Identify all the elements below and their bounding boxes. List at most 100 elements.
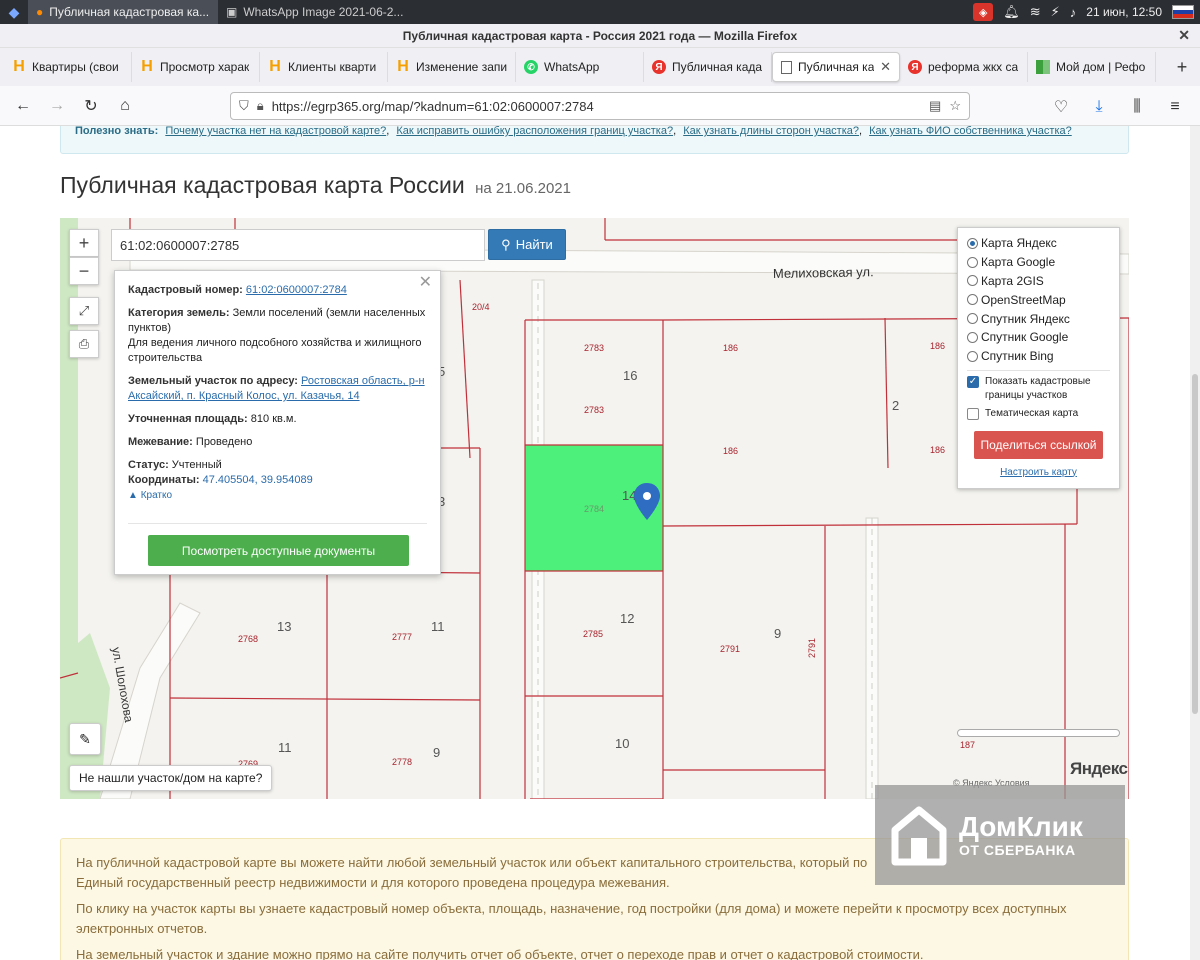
tab-label: Клиенты кварти bbox=[288, 60, 377, 74]
tab-close-icon[interactable]: ✕ bbox=[880, 59, 891, 75]
tab-edit-record[interactable]: H Изменение запи bbox=[388, 52, 516, 82]
parcel-number-label: 2791 bbox=[720, 644, 740, 654]
fullscreen-icon[interactable]: ⤢ bbox=[69, 297, 99, 325]
share-link-button[interactable]: Поделиться ссылкой bbox=[974, 430, 1103, 459]
power-icon[interactable]: ⚡︎ bbox=[1051, 4, 1060, 20]
radio[interactable] bbox=[967, 313, 978, 325]
page-icon bbox=[781, 60, 792, 74]
info-link-why-missing[interactable]: Почему участка нет на кадастровой карте? bbox=[165, 126, 386, 137]
library-icon[interactable]: ⫼ bbox=[1120, 90, 1154, 124]
parcel-number-label: 186 bbox=[723, 343, 738, 353]
url-text[interactable]: https://egrp365.org/map/?kadnum=61:02:06… bbox=[272, 99, 921, 114]
language-flag-icon[interactable] bbox=[1172, 5, 1194, 19]
home-icon[interactable]: ⌂ bbox=[108, 89, 142, 123]
about-text: На земельный участок и здание можно прям… bbox=[76, 947, 924, 960]
survey-label: Межевание: bbox=[128, 436, 193, 448]
layer-yandex-satellite[interactable]: Спутник Яндекс bbox=[967, 309, 1110, 328]
radio[interactable] bbox=[967, 256, 978, 268]
wifi-icon[interactable]: ≋ bbox=[1030, 4, 1041, 20]
ruler-icon[interactable]: ✎ bbox=[69, 723, 101, 755]
pocket-icon[interactable]: ♡ bbox=[1044, 90, 1078, 124]
scrollbar-thumb[interactable] bbox=[1192, 374, 1198, 714]
radio[interactable] bbox=[967, 331, 978, 343]
tab-my-home[interactable]: Мой дом | Рефо bbox=[1028, 52, 1156, 82]
house-number-label: 13 bbox=[277, 619, 291, 634]
house-number-label: 11 bbox=[431, 619, 445, 634]
reload-icon[interactable]: ↻ bbox=[74, 89, 108, 123]
thematic-map-checkbox[interactable]: Тематическая карта bbox=[967, 407, 1110, 421]
not-found-button[interactable]: Не нашли участок/дом на карте? bbox=[69, 765, 273, 791]
caret-up-icon: ▲ bbox=[128, 490, 138, 501]
checkmark-icon[interactable]: ✓ bbox=[967, 375, 979, 388]
app-menu-icon[interactable]: ◆ bbox=[0, 0, 28, 24]
tab-label: Просмотр харак bbox=[160, 60, 250, 74]
hamburger-menu-icon[interactable]: ≡ bbox=[1158, 90, 1192, 124]
checkbox[interactable] bbox=[967, 407, 979, 420]
show-borders-checkbox[interactable]: ✓ Показать кадастровые границы участков bbox=[967, 375, 1110, 403]
tab-label: Изменение запи bbox=[416, 60, 507, 74]
window-title-text: Публичная кадастровая карта - Россия 202… bbox=[402, 28, 798, 43]
info-link-side-lengths[interactable]: Как узнать длины сторон участка? bbox=[683, 126, 859, 137]
radio[interactable] bbox=[967, 350, 978, 362]
area-label: Уточненная площадь: bbox=[128, 413, 248, 425]
download-icon[interactable]: ⤓ bbox=[1082, 90, 1116, 124]
layer-google-map[interactable]: Карта Google bbox=[967, 253, 1110, 272]
page-title-text: Публичная кадастровая карта России bbox=[60, 172, 465, 198]
info-link-fix-borders[interactable]: Как исправить ошибку расположения границ… bbox=[396, 126, 673, 137]
zoom-in-label: + bbox=[78, 232, 90, 253]
volume-icon[interactable]: ♪ bbox=[1070, 5, 1077, 20]
cadastral-search-input[interactable] bbox=[111, 229, 485, 261]
info-link-owner-name[interactable]: Как узнать ФИО собственника участка? bbox=[869, 126, 1072, 137]
window-close-icon[interactable]: ✕ bbox=[1178, 27, 1190, 44]
layer-2gis-map[interactable]: Карта 2GIS bbox=[967, 272, 1110, 291]
page-scrollbar[interactable] bbox=[1190, 126, 1200, 960]
layer-openstreetmap[interactable]: OpenStreetMap bbox=[967, 290, 1110, 309]
taskbar-task-firefox[interactable]: ● Публичная кадастровая ка... bbox=[28, 0, 218, 24]
zoom-in-button[interactable]: + bbox=[69, 229, 99, 257]
zoom-out-button[interactable]: − bbox=[69, 257, 99, 285]
cadastral-map[interactable]: Мелиховская ул. ул. Шолохова 20/4 2783 2… bbox=[60, 218, 1129, 799]
h-logo-icon: H bbox=[13, 58, 25, 75]
yandex-icon: Я bbox=[908, 60, 922, 74]
bell-icon[interactable]: 🔔︎ bbox=[1003, 4, 1020, 20]
street-label-melikhovskaya: Мелиховская ул. bbox=[773, 264, 874, 281]
print-icon[interactable]: ⎙ bbox=[69, 330, 99, 358]
opacity-slider[interactable] bbox=[957, 729, 1120, 737]
tab-apartments[interactable]: H Квартиры (свои bbox=[4, 52, 132, 82]
collapse-link[interactable]: ▲ Кратко bbox=[128, 488, 427, 503]
radio-selected[interactable] bbox=[967, 237, 978, 249]
tab-cadastral-1[interactable]: Я Публичная када bbox=[644, 52, 772, 82]
lock-icon[interactable]: 🔒︎ bbox=[257, 98, 264, 114]
parcel-number-label: 2783 bbox=[584, 343, 604, 353]
reader-view-icon[interactable]: ▤ bbox=[929, 98, 941, 114]
cadastral-number-link[interactable]: 61:02:0600007:2784 bbox=[246, 284, 347, 296]
new-tab-button[interactable]: + bbox=[1164, 57, 1200, 78]
tab-cadastral-active[interactable]: Публичная ка ✕ bbox=[772, 52, 900, 82]
tab-housing-reform[interactable]: Яреформа жкх са bbox=[900, 52, 1028, 82]
layer-yandex-map[interactable]: Карта Яндекс bbox=[967, 234, 1110, 253]
layer-bing-satellite[interactable]: Спутник Bing bbox=[967, 347, 1110, 366]
layer-google-satellite[interactable]: Спутник Google bbox=[967, 328, 1110, 347]
radio[interactable] bbox=[967, 275, 978, 287]
house-number-label: 12 bbox=[620, 611, 634, 626]
configure-map-link[interactable]: Настроить карту bbox=[967, 467, 1110, 478]
parcel-number-label: 2768 bbox=[238, 634, 258, 644]
radio[interactable] bbox=[967, 294, 978, 306]
forward-icon[interactable]: → bbox=[40, 89, 74, 123]
bookmark-star-icon[interactable]: ☆ bbox=[949, 98, 961, 114]
url-bar[interactable]: ⛉ 🔒︎ https://egrp365.org/map/?kadnum=61:… bbox=[230, 92, 970, 120]
page-content: Полезно знать: Почему участка нет на кад… bbox=[0, 126, 1200, 960]
back-icon[interactable]: ← bbox=[6, 89, 40, 123]
shield-icon[interactable]: ⛉ bbox=[239, 98, 249, 114]
app-tray-icon[interactable]: ◈ bbox=[973, 3, 994, 21]
tab-label: Квартиры (свои bbox=[32, 60, 119, 74]
taskbar-task-image[interactable]: ▣ WhatsApp Image 2021-06-2... bbox=[218, 0, 418, 24]
view-documents-button[interactable]: Посмотреть доступные документы bbox=[148, 535, 409, 566]
close-icon[interactable]: ✕ bbox=[419, 275, 432, 291]
search-button[interactable]: ⚲ Найти bbox=[488, 229, 566, 260]
tab-whatsapp[interactable]: ✆ WhatsApp bbox=[516, 52, 644, 82]
tab-clients[interactable]: H Клиенты кварти bbox=[260, 52, 388, 82]
clock[interactable]: 21 июн, 12:50 bbox=[1086, 5, 1162, 19]
tab-view-features[interactable]: H Просмотр харак bbox=[132, 52, 260, 82]
about-text: На публичной кадастровой карте вы можете… bbox=[76, 855, 868, 870]
